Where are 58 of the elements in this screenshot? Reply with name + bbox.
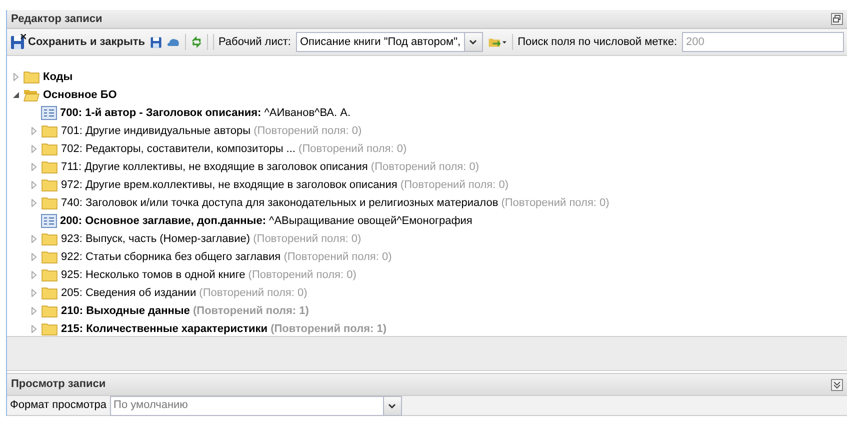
field-search-input[interactable]: 200 xyxy=(682,32,844,52)
collapsed-arrow-icon[interactable] xyxy=(30,199,38,207)
caret-icon xyxy=(469,38,478,46)
tree-item-label[interactable]: 210: Выходные данные (Повторений поля: 1) xyxy=(61,302,309,320)
collapsed-arrow-icon[interactable] xyxy=(30,289,38,297)
field-icon xyxy=(41,106,57,120)
folder-icon xyxy=(41,304,58,318)
collapsed-arrow-icon[interactable] xyxy=(30,271,38,279)
collapsed-arrow-icon[interactable] xyxy=(12,73,20,81)
save-close-icon xyxy=(10,34,26,50)
folder-icon xyxy=(41,160,58,174)
folder-icon xyxy=(41,268,58,282)
worksheet-dropdown[interactable]: Описание книги "Под автором", xyxy=(296,32,483,52)
collapsed-arrow-icon[interactable] xyxy=(30,145,38,153)
tree-item-label[interactable]: Основное БО xyxy=(43,86,117,104)
tree-item-label[interactable]: 740: Заголовок и/или точка доступа для законодательных и религиозных материалов (Повторений поля: 0) xyxy=(61,194,610,212)
tree-item-label[interactable]: 200: Основное заглавие, доп.данные: ^АВыращивание овощей^Емонография xyxy=(60,212,472,230)
folder-icon xyxy=(41,250,58,264)
tree-item-label[interactable]: 923: Выпуск, часть (Номер-заглавие) (Повторений поля: 0) xyxy=(61,230,362,248)
tree-item-label[interactable]: 215: Количественные характеристики (Повторений поля: 1) xyxy=(61,320,387,338)
tree-item-label[interactable]: 922: Статьи сборника без общего заглавия (Повторений поля: 0) xyxy=(61,248,392,266)
format-dropdown[interactable]: По умолчанию xyxy=(110,396,402,416)
save-icon[interactable] xyxy=(150,34,162,50)
folder-icon xyxy=(41,196,58,210)
collapsed-arrow-icon[interactable] xyxy=(30,253,38,261)
folder-icon xyxy=(41,124,58,138)
swap-arrows-icon[interactable] xyxy=(190,35,202,49)
tree-item-label[interactable]: 711: Другие коллективы, не входящие в заголовок описания (Повторений поля: 0) xyxy=(61,158,479,176)
folder-icon xyxy=(23,70,40,84)
folder-icon xyxy=(41,286,58,300)
folder-icon xyxy=(41,178,58,192)
window-title: Редактор записи xyxy=(11,12,102,27)
collapsed-arrow-icon[interactable] xyxy=(30,235,38,243)
field-icon xyxy=(41,214,57,228)
tree-item-label[interactable]: 701: Другие индивидуальные авторы (Повторений поля: 0) xyxy=(61,122,362,140)
folder-icon xyxy=(41,232,58,246)
save-close-button[interactable]: Сохранить и закрыть xyxy=(10,34,145,50)
open-folder-icon xyxy=(23,88,40,102)
collapsed-arrow-icon[interactable] xyxy=(30,127,38,135)
tree-item-label[interactable]: 972: Другие врем.коллективы, не входящие в заголовок описания (Повторений поля: 0) xyxy=(61,176,508,194)
tree-item-label[interactable]: 700: 1-й автор - Заголовок описания: ^АИванов^ВА. А. xyxy=(60,104,351,122)
worksheet-label: Рабочий лист: xyxy=(218,34,291,50)
collapsed-arrow-icon[interactable] xyxy=(30,181,38,189)
panel-title: Просмотр записи xyxy=(11,377,106,392)
collapsed-arrow-icon[interactable] xyxy=(30,307,38,315)
tree-item-label[interactable]: 925: Несколько томов в одной книге (Повторений поля: 0) xyxy=(61,266,356,284)
folder-icon xyxy=(41,142,58,156)
collapse-icon[interactable] xyxy=(831,378,843,390)
format-label: Формат просмотра xyxy=(10,398,107,414)
collapsed-arrow-icon[interactable] xyxy=(30,325,38,333)
restore-icon[interactable] xyxy=(831,13,843,25)
search-label: Поиск поля по числовой метке: xyxy=(518,34,678,50)
caret-icon xyxy=(388,402,396,410)
tree-item-label[interactable]: Коды xyxy=(43,68,73,86)
tree-item-label[interactable]: 205: Сведения об издании (Повторений поля: 0) xyxy=(61,284,308,302)
collapsed-arrow-icon[interactable] xyxy=(30,163,38,171)
tree-item-label[interactable]: 702: Редакторы, составители, композиторы ... (Повторений поля: 0) xyxy=(61,140,407,158)
expanded-arrow-icon[interactable] xyxy=(12,91,20,99)
